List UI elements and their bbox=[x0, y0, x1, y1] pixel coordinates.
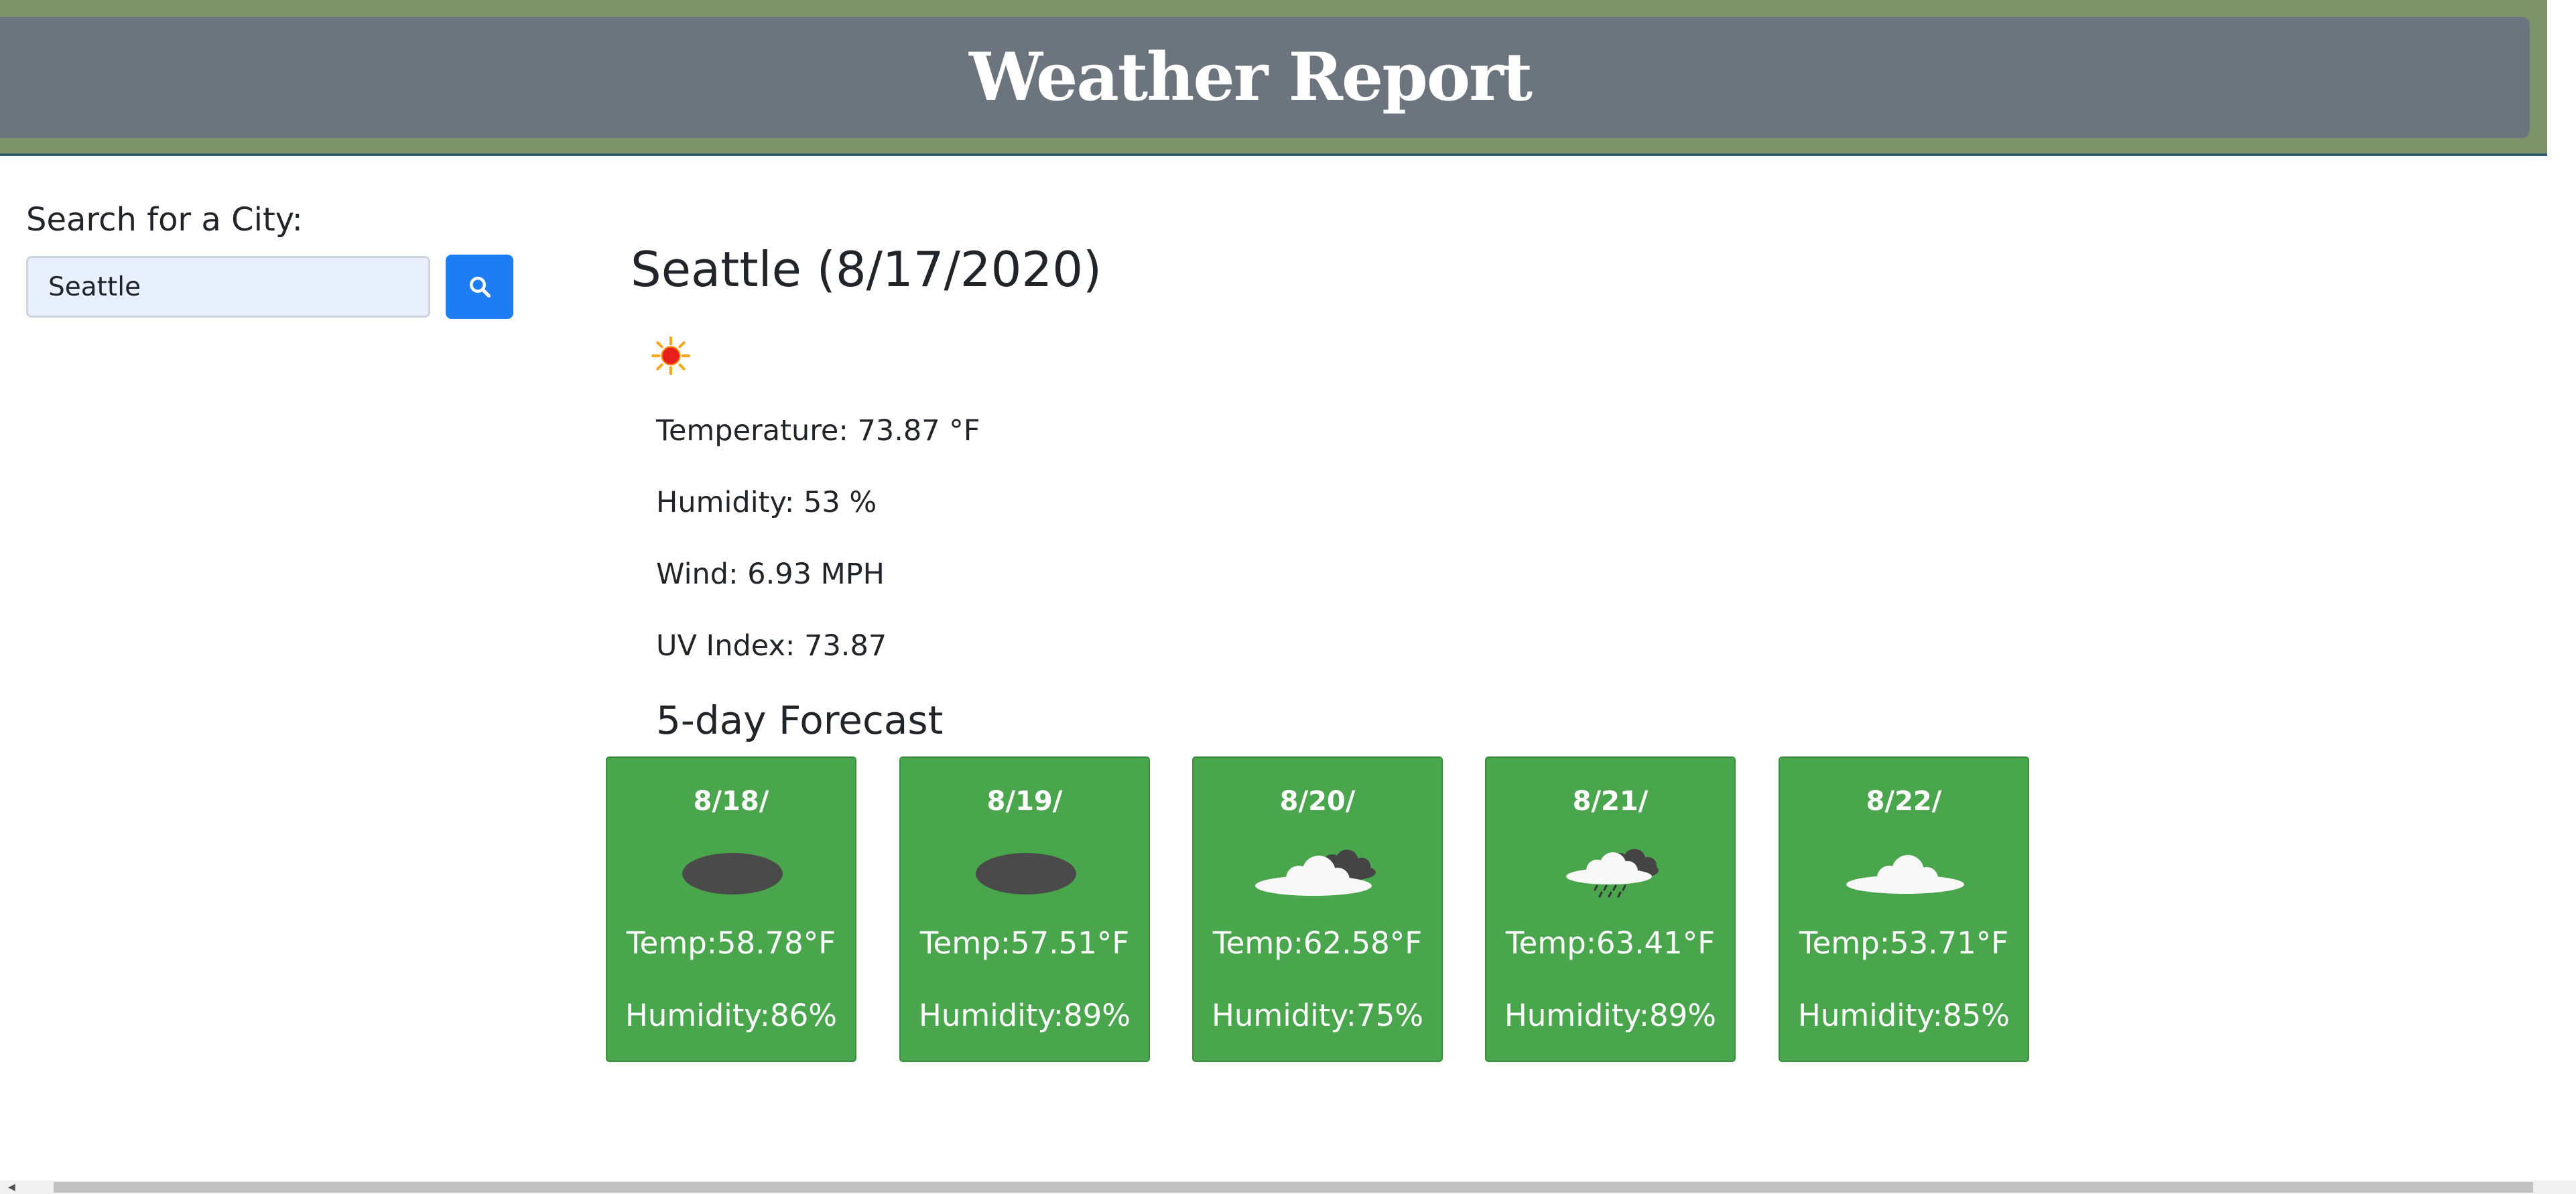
forecast-card: 8/22/ Temp:53.71°F Humidity:85% bbox=[1779, 756, 2029, 1062]
forecast-humidity: Humidity:86% bbox=[625, 998, 837, 1033]
dark-cloud-icon bbox=[682, 853, 783, 894]
forecast-humidity: Humidity:89% bbox=[919, 998, 1131, 1033]
forecast-date: 8/21/ bbox=[1572, 786, 1649, 817]
forecast-humidity: Humidity:89% bbox=[1504, 998, 1716, 1033]
dark-cloud-icon bbox=[976, 853, 1076, 894]
search-icon bbox=[469, 277, 491, 298]
forecast-date: 8/20/ bbox=[1279, 786, 1356, 817]
current-temperature: Temperature: 73.87 °F bbox=[656, 414, 980, 448]
forecast-card: 8/18/ Temp:58.78°F Humidity:86% bbox=[606, 756, 856, 1062]
horizontal-scrollbar[interactable]: ◀ bbox=[0, 1181, 2576, 1194]
cloud-icon bbox=[1846, 855, 1964, 894]
sun-icon bbox=[651, 336, 690, 375]
forecast-card: 8/21/ Temp:63.41°F Humidity:89% bbox=[1485, 756, 1736, 1062]
title-bar: Weather Report bbox=[0, 17, 2530, 138]
forecast-title: 5-day Forecast bbox=[656, 698, 944, 743]
forecast-date: 8/22/ bbox=[1866, 786, 1942, 817]
forecast-humidity: Humidity:75% bbox=[1212, 998, 1423, 1033]
city-search-input[interactable] bbox=[26, 256, 430, 318]
scrollbar-thumb[interactable] bbox=[54, 1182, 2533, 1193]
forecast-humidity: Humidity:85% bbox=[1798, 998, 2010, 1033]
search-button[interactable] bbox=[446, 255, 513, 319]
forecast-date: 8/18/ bbox=[693, 786, 769, 817]
rain-cloud-icon bbox=[1566, 849, 1659, 898]
current-humidity: Humidity: 53 % bbox=[656, 486, 877, 519]
forecast-temp: Temp:62.58°F bbox=[1212, 925, 1423, 961]
page-title: Weather Report bbox=[968, 39, 1533, 116]
forecast-card: 8/19/ Temp:57.51°F Humidity:89% bbox=[899, 756, 1150, 1062]
current-wind: Wind: 6.93 MPH bbox=[656, 557, 885, 591]
search-label: Search for a City: bbox=[26, 201, 303, 239]
forecast-temp: Temp:57.51°F bbox=[919, 925, 1130, 961]
header-band: Weather Report bbox=[0, 0, 2547, 156]
forecast-date: 8/19/ bbox=[986, 786, 1063, 817]
forecast-temp: Temp:63.41°F bbox=[1505, 925, 1716, 961]
forecast-temp: Temp:53.71°F bbox=[1799, 925, 2009, 961]
forecast-temp: Temp:58.78°F bbox=[626, 925, 836, 961]
current-uv-index: UV Index: 73.87 bbox=[656, 629, 887, 663]
forecast-card: 8/20/ Temp:62.58°F Humidity:75% bbox=[1192, 756, 1443, 1062]
current-city-heading: Seattle (8/17/2020) bbox=[631, 241, 1102, 297]
broken-clouds-icon bbox=[1255, 850, 1376, 896]
scroll-left-arrow-icon[interactable]: ◀ bbox=[8, 1182, 15, 1193]
